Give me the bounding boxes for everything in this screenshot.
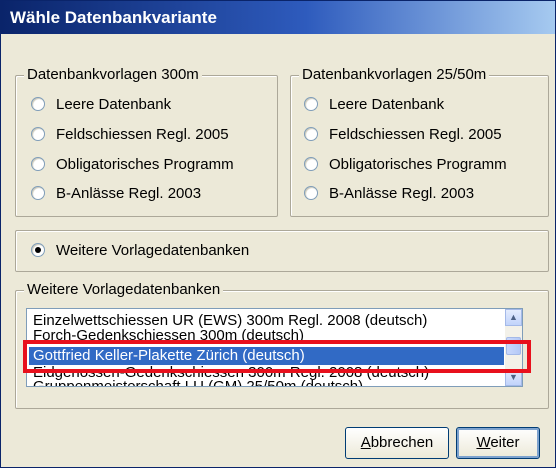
radio-label: Obligatorisches Programm [329,155,507,173]
radio-300-leere[interactable]: Leere Datenbank [31,93,171,115]
radio-button[interactable] [304,186,318,200]
window-title: Wähle Datenbankvariante [10,8,217,27]
radio-button-checked[interactable] [31,243,45,257]
radio-label: B-Anlässe Regl. 2003 [329,184,475,202]
radio-label: Feldschiessen Regl. 2005 [329,125,502,143]
radio-label: Obligatorisches Programm [56,155,234,173]
title-bar[interactable]: Wähle Datenbankvariante [1,1,555,34]
list-item[interactable]: Gruppenmeisterschaft LU (GM) 25/50m (deu… [29,378,504,386]
radio-label: Feldschiessen Regl. 2005 [56,125,229,143]
next-mnemonic: W [476,434,491,451]
radio-weitere[interactable]: Weitere Vorlagedatenbanken [31,239,249,261]
radio-label: Leere Datenbank [56,95,172,113]
cancel-mnemonic: A [360,434,371,451]
group-weitere-label: Weitere Vorlagedatenbanken [24,281,224,299]
next-label-rest: eiter [490,434,520,451]
group-2550m-label: Datenbankvorlagen 25/50m [299,66,490,84]
radio-button[interactable] [304,127,318,141]
radio-300-obl[interactable]: Obligatorisches Programm [31,153,234,175]
cancel-button[interactable]: Abbrechen [345,427,449,459]
radio-button[interactable] [31,186,45,200]
next-button[interactable]: Weiter [456,427,540,459]
radio-label: B-Anlässe Regl. 2003 [56,184,202,202]
radio-button[interactable] [31,97,45,111]
radio-label: Leere Datenbank [329,95,445,113]
radio-button[interactable] [31,157,45,171]
radio-button[interactable] [31,127,45,141]
radio-2550-banl[interactable]: B-Anlässe Regl. 2003 [304,182,474,204]
highlight-box [23,340,531,373]
radio-2550-feld[interactable]: Feldschiessen Regl. 2005 [304,123,502,145]
cancel-label-rest: bbrechen [370,434,434,451]
radio-300-banl[interactable]: B-Anlässe Regl. 2003 [31,182,201,204]
group-300m-label: Datenbankvorlagen 300m [24,66,202,84]
radio-2550-obl[interactable]: Obligatorisches Programm [304,153,507,175]
radio-300-feld[interactable]: Feldschiessen Regl. 2005 [31,123,229,145]
radio-button[interactable] [304,97,318,111]
radio-label: Weitere Vorlagedatenbanken [56,241,250,259]
radio-2550-leere[interactable]: Leere Datenbank [304,93,444,115]
radio-button[interactable] [304,157,318,171]
dialog-window: Wähle Datenbankvariante Datenbankvorlage… [0,0,556,468]
scroll-up-icon[interactable]: ▲ [505,309,522,326]
